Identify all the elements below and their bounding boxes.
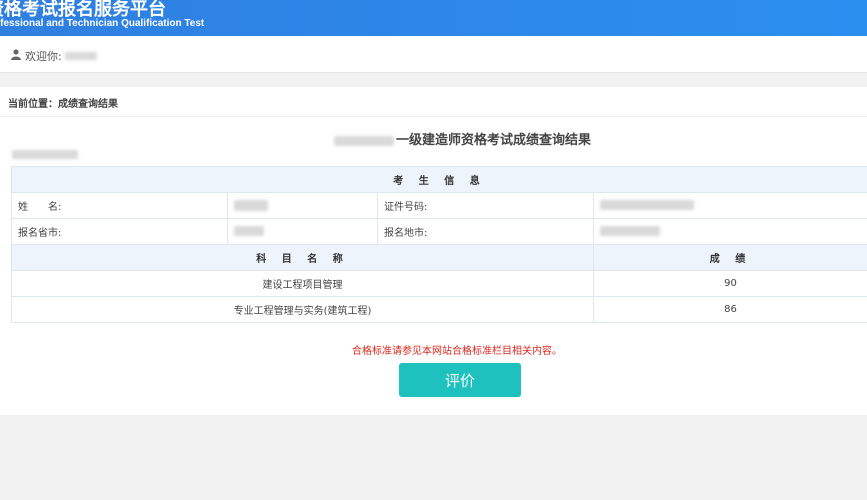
subject-header: 科 目 名 称: [11, 244, 594, 271]
username-redacted: [65, 52, 97, 60]
id-label: 证件号码:: [377, 192, 594, 219]
site-header: 资格考试报名服务平台 ofessional and Technician Qua…: [0, 0, 867, 36]
province-value: [227, 218, 378, 245]
table-row: 报名省市: 报名地市:: [11, 218, 867, 245]
table-row: 专业工程管理与实务(建筑工程) 86: [11, 296, 867, 323]
subtitle-redacted: [12, 150, 78, 159]
subject-score: 86: [592, 296, 867, 323]
year-redacted: [334, 135, 394, 146]
site-subtitle: ofessional and Technician Qualification …: [0, 18, 205, 29]
welcome-text: 欢迎你:: [25, 50, 62, 63]
name-redacted: [234, 199, 268, 211]
user-bar: 欢迎你:: [0, 36, 867, 73]
subject-score: 90: [592, 270, 867, 297]
pass-standard-note: 合格标准请参见本网站合格标准栏目相关内容。: [352, 346, 562, 357]
table-row: 姓 名: 证件号码:: [11, 192, 867, 219]
id-redacted: [600, 200, 694, 210]
subject-name: 专业工程管理与实务(建筑工程): [11, 296, 594, 323]
province-label: 报名省市:: [11, 218, 228, 245]
candidate-info-header: 考 生 信 息: [10, 166, 867, 193]
table-row: 建设工程项目管理 90: [11, 270, 867, 297]
divider: [0, 116, 867, 117]
main-content: 当前位置：成绩查询结果 一级建造师资格考试成绩查询结果 考 生 信 息 姓 名:…: [0, 87, 867, 415]
user-icon: [11, 49, 21, 60]
score-header-row: 科 目 名 称 成 绩: [11, 244, 867, 271]
city-redacted: [600, 226, 660, 236]
province-redacted: [234, 226, 264, 236]
score-table: 考 生 信 息 姓 名: 证件号码: 报名省市: 报名地市: 科 目 名 称 成…: [10, 166, 867, 323]
name-label: 姓 名:: [11, 192, 228, 219]
score-header: 成 绩: [592, 244, 867, 271]
id-value: [592, 192, 867, 219]
breadcrumb: 当前位置：成绩查询结果: [8, 99, 118, 110]
result-title-text: 一级建造师资格考试成绩查询结果: [396, 133, 592, 148]
result-title: 一级建造师资格考试成绩查询结果: [334, 129, 591, 148]
candidate-info-header-row: 考 生 信 息: [10, 166, 867, 193]
evaluate-button[interactable]: 评价: [399, 363, 521, 397]
subject-name: 建设工程项目管理: [11, 270, 594, 297]
city-label: 报名地市:: [377, 218, 594, 245]
name-value: [227, 192, 378, 219]
city-value: [592, 218, 867, 245]
